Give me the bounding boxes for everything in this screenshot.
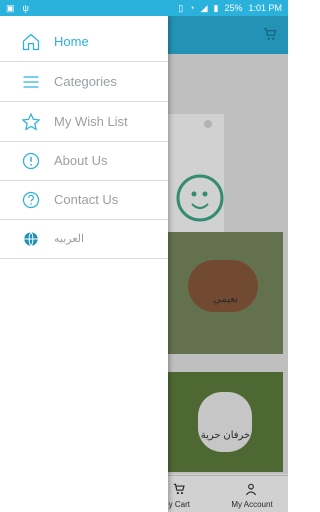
signal-icon: ◢ <box>200 2 208 13</box>
drawer-item-about[interactable]: About Us <box>0 141 168 181</box>
drawer-item-contact[interactable]: Contact Us <box>0 180 168 220</box>
home-icon <box>21 32 41 52</box>
status-bar: ▣ ψ ▯ ◔ ◢ ▮ 25% 1:01 PM <box>0 0 288 16</box>
drawer-item-categories[interactable]: Categories <box>0 62 168 102</box>
drawer-item-wishlist[interactable]: My Wish List <box>0 102 168 142</box>
battery-icon: ▮ <box>213 2 219 13</box>
globe-icon <box>21 229 41 249</box>
navigation-drawer: Home Categories My Wish List About Us Co… <box>0 16 168 512</box>
phone-icon: ▯ <box>178 2 184 13</box>
help-icon <box>21 190 41 210</box>
drawer-item-label: About Us <box>54 153 108 168</box>
drawer-item-label: My Wish List <box>54 114 128 129</box>
drawer-item-home[interactable]: Home <box>0 22 168 62</box>
usb-icon: ψ <box>22 2 29 13</box>
menu-lines-icon <box>21 72 41 92</box>
clock: 1:01 PM <box>248 3 282 13</box>
drawer-item-label: Categories <box>54 74 117 89</box>
drawer-item-label: Contact Us <box>54 192 119 207</box>
drawer-item-language[interactable]: العربيه <box>0 219 168 259</box>
drawer-item-label: Home <box>54 34 89 49</box>
info-icon <box>21 151 41 171</box>
wifi-icon: ◔ <box>189 3 195 13</box>
drawer-item-label: العربيه <box>54 233 85 245</box>
battery-level: 25% <box>224 3 243 13</box>
star-icon <box>21 112 41 132</box>
drawer-scrim[interactable] <box>168 16 288 512</box>
image-icon: ▣ <box>6 2 15 13</box>
